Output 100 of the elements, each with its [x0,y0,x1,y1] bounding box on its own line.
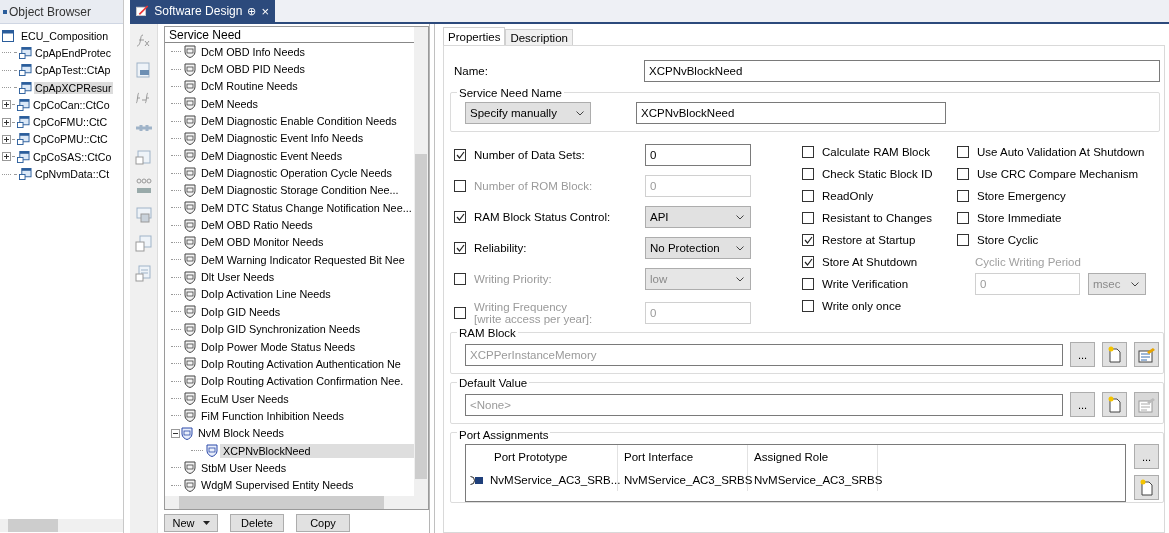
tree-item[interactable]: Dlt User Needs [198,270,278,285]
checkbox[interactable] [802,190,814,202]
dropdown[interactable]: No Protection [645,237,751,259]
expand-toggle[interactable] [2,134,11,144]
checkbox[interactable] [802,300,814,312]
expand-toggle[interactable] [2,100,11,110]
new-button[interactable] [1102,392,1127,417]
tree-item[interactable]: DcM Routine Needs [198,79,301,94]
tree-item[interactable]: ECU_Composition [20,29,110,42]
tree-item[interactable]: DeM Warning Indicator Requested Bit Nee [198,252,408,267]
dropdown[interactable]: Specify manually [465,102,591,124]
checkbox[interactable] [957,168,969,180]
collapse-toggle[interactable] [171,428,180,438]
tree-item[interactable]: DcM OBD Info Needs [198,44,308,59]
tree-item[interactable]: DcM OBD PID Needs [198,62,308,76]
tree-item[interactable]: DoIp GID Needs [198,304,284,319]
column-header[interactable]: Port Prototype [488,445,618,469]
expand-toggle[interactable] [2,152,11,162]
checkbox[interactable] [957,212,969,224]
tree-item[interactable]: CpCoPMU::CtC [32,133,109,146]
tree-item[interactable]: EcuM User Needs [198,391,292,406]
service-need-name-field[interactable]: XCPNvBlockNeed [636,102,946,124]
shield-icon [184,149,196,163]
scrollbar[interactable] [165,496,428,509]
dropdown[interactable]: API [645,206,751,228]
scrollbar[interactable] [414,27,428,496]
tree-item[interactable]: DoIp Routing Activation Authentication Ne [198,356,404,371]
tree-item[interactable]: CpCoFMU::CtC [32,116,109,129]
tree-item[interactable]: DeM DTC Status Change Notification Nee... [198,200,414,215]
pane-title: Object Browser [9,4,92,19]
checkbox[interactable] [957,234,969,246]
checkbox[interactable] [957,190,969,202]
expand-toggle[interactable] [2,117,11,127]
checkbox[interactable] [454,149,466,161]
checkbox[interactable] [802,168,814,180]
tree-item[interactable]: XCPNvBlockNeed [220,443,414,458]
tree-item[interactable]: NvM Block Needs [195,426,287,441]
component-icon [17,98,30,111]
column-header[interactable]: Service Need [165,27,414,43]
name-field[interactable]: XCPNvBlockNeed [644,60,1160,82]
tree-item[interactable]: CpApEndProtec [34,46,112,59]
tree-item[interactable]: DoIp GID Synchronization Needs [198,322,364,337]
option-label: Number of ROM Block: [474,180,594,192]
checkbox[interactable] [957,146,969,158]
tree-item[interactable]: StbM User Needs [198,460,290,475]
browse-button[interactable]: ... [1070,342,1095,367]
tab[interactable]: Description [505,29,573,45]
column-header[interactable]: Assigned Role [748,445,878,469]
column-header[interactable]: Port Interface [618,445,748,469]
browse-button[interactable]: ... [1134,444,1159,469]
component-icon [19,168,32,180]
checkbox[interactable] [802,278,814,290]
tab[interactable]: Properties [443,27,506,45]
shield-icon [184,253,196,267]
number-field[interactable]: 0 [645,144,751,166]
tree-item[interactable]: DoIp Power Mode Status Needs [198,339,359,354]
tree-item[interactable]: CpApTest::CtAp [34,64,112,77]
pin-button[interactable]: ⊕ [247,4,257,18]
option-sublabel: [write access per year]: [474,313,594,325]
tree-item[interactable]: DeM Needs [198,96,261,111]
tree-item[interactable]: DeM Diagnostic Storage Condition Nee... [198,183,402,198]
component-icon [19,46,32,59]
tree-item[interactable]: WdgM Supervised Entity Needs [198,478,357,493]
toolbar-icon[interactable] [134,61,153,79]
group-title: Default Value [457,377,530,389]
new-button[interactable] [1102,342,1127,367]
scrollbar[interactable] [0,519,123,532]
option-label: RAM Block Status Control: [474,211,612,223]
tree-item[interactable]: CpApXCPResur [34,81,113,94]
action-button[interactable]: Delete [230,514,284,532]
tree-item[interactable]: DeM Diagnostic Operation Cycle Needs [198,166,395,181]
checkbox-label: Store At Shutdown [822,256,918,268]
tree-item[interactable]: FiM Function Inhibition Needs [198,408,347,423]
tree-item[interactable]: CpNvmData::Ct [34,168,111,180]
edit-button[interactable] [1134,342,1159,367]
checkbox[interactable] [802,146,814,158]
close-button[interactable]: × [261,3,269,19]
action-button[interactable]: Copy [296,514,350,532]
checkbox-label: Restore at Startup [822,234,916,246]
tree-item[interactable]: CpCoSAS::CtCo [32,150,113,163]
checkbox[interactable] [454,211,466,223]
shield-icon [184,45,196,59]
tree-item[interactable]: DeM Diagnostic Enable Condition Needs [198,114,400,129]
tree-item[interactable]: CpCoCan::CtCo [32,98,111,111]
checkbox[interactable] [454,242,466,254]
tree-item[interactable]: DeM Diagnostic Event Needs [198,148,346,163]
tree-item[interactable]: DeM OBD Ratio Needs [198,218,316,233]
tree-item[interactable]: DoIp Activation Line Needs [198,287,334,302]
document-tab[interactable]: Software Design ⊕ × [130,0,275,22]
checkbox[interactable] [802,234,814,246]
tree-item[interactable]: DoIp Routing Activation Confirmation Nee. [198,374,407,389]
new-button[interactable] [1134,475,1159,500]
checkbox[interactable] [802,212,814,224]
browse-button[interactable]: ... [1070,392,1095,417]
action-button[interactable]: New [164,514,218,532]
tree-item[interactable]: DeM OBD Monitor Needs [198,235,327,250]
checkbox[interactable] [802,256,814,268]
field-label: Cyclic Writing Period [975,256,1081,268]
option-label: Writing Frequency [474,301,569,313]
tree-item[interactable]: DeM Diagnostic Event Info Needs [198,131,367,146]
